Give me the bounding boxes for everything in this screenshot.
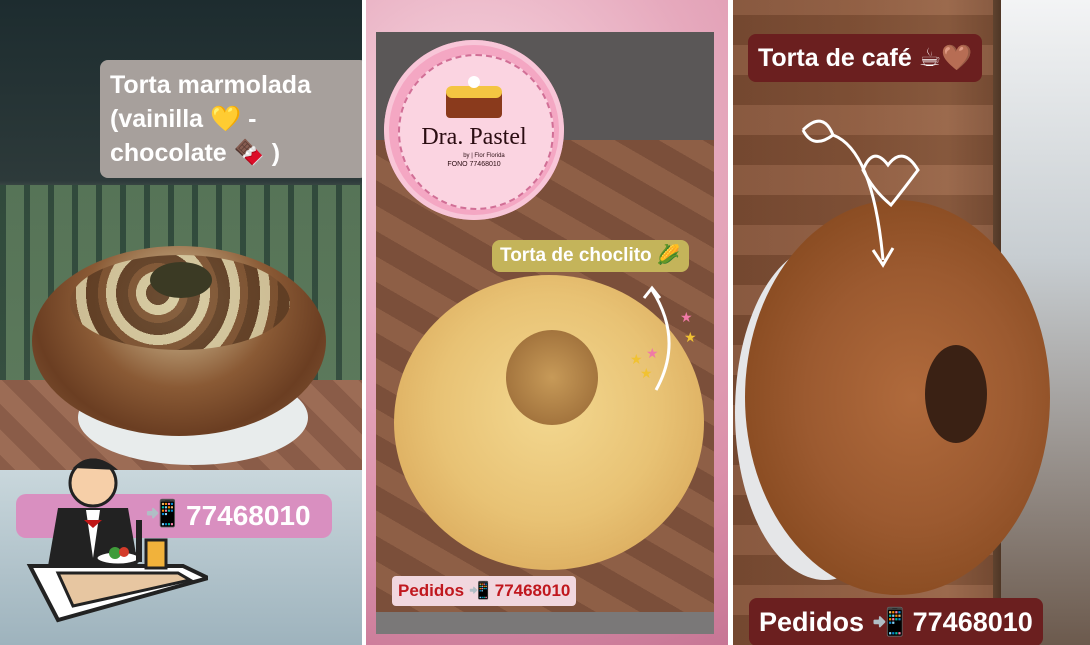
marble-cake-hole xyxy=(150,262,212,298)
coffee-cake-hole xyxy=(925,345,987,443)
corn-cake-caption: Torta de choclito 🌽 xyxy=(492,240,689,272)
logo-title: Dra. Pastel xyxy=(421,124,527,150)
dra-pastel-logo: Dra. Pastel by | Flor Florida FONO 77468… xyxy=(384,40,564,220)
heart-arrow-icon xyxy=(801,119,920,268)
logo-by: by | Flor Florida xyxy=(463,153,505,159)
dining-icon xyxy=(18,448,214,626)
arrow-icon xyxy=(642,285,671,391)
coffee-cake-panel: Torta de café ☕🤎 Pedidos 📲 77468010 xyxy=(733,0,1090,645)
corn-cake-hole xyxy=(506,330,598,425)
bottom-bar xyxy=(376,612,714,634)
corn-cake-panel: Dra. Pastel by | Flor Florida FONO 77468… xyxy=(366,0,728,645)
coffee-orders-label: Pedidos 📲 77468010 xyxy=(749,598,1043,645)
corn-orders-label: Pedidos 📲 77468010 xyxy=(392,576,577,606)
marble-cake-caption: Torta marmolada (vainilla 💛 - chocolate … xyxy=(100,60,362,178)
coffee-cake-caption: Torta de café ☕🤎 xyxy=(748,34,983,82)
marble-cake-panel: Torta marmolada (vainilla 💛 - chocolate … xyxy=(0,0,362,645)
cake-icon xyxy=(446,76,502,118)
logo-phone: FONO 77468010 xyxy=(447,161,501,168)
